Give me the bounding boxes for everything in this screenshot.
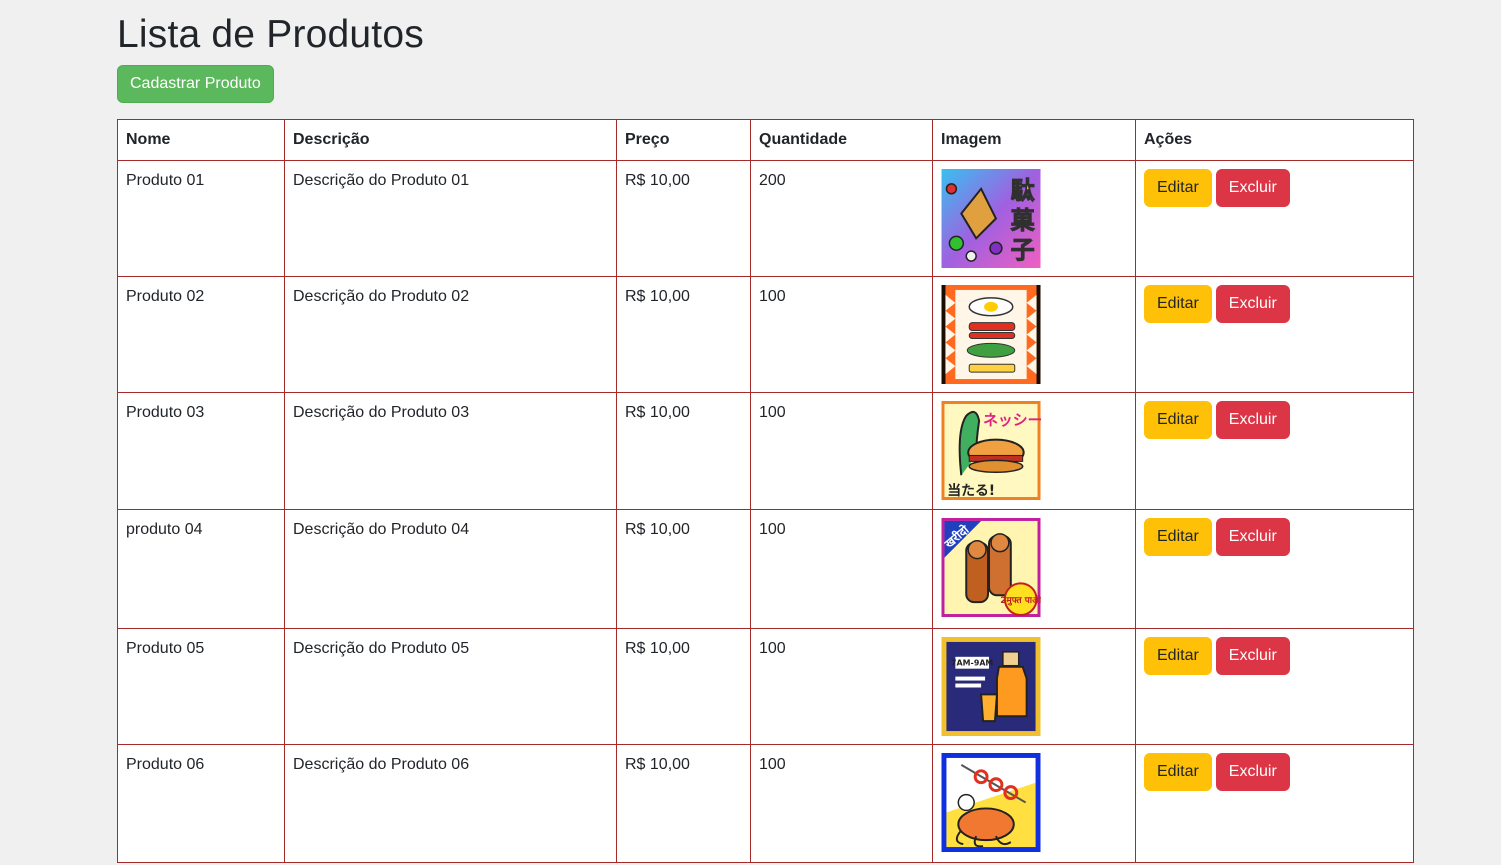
page-container: Lista de Produtos Cadastrar Produto Nome… — [117, 0, 1414, 863]
delete-button[interactable]: Excluir — [1215, 637, 1290, 675]
table-row: Produto 03 Descrição do Produto 03 R$ 10… — [117, 392, 1414, 510]
edit-button[interactable]: Editar — [1144, 753, 1212, 791]
table-row: Produto 02 Descrição do Produto 02 R$ 10… — [117, 276, 1414, 393]
column-header-name: Nome — [117, 119, 285, 161]
product-image-cell — [932, 276, 1136, 393]
product-description: Descrição do Produto 05 — [284, 628, 617, 745]
svg-text:子: 子 — [1011, 236, 1035, 264]
column-header-actions: Ações — [1135, 119, 1414, 161]
product-name: Produto 01 — [117, 160, 285, 277]
product-description: Descrição do Produto 04 — [284, 509, 617, 629]
table-header: Nome Descrição Preço Quantidade Imagem A… — [117, 119, 1414, 161]
product-actions: Editar Excluir — [1135, 392, 1414, 510]
product-quantity: 100 — [750, 628, 933, 745]
svg-text:7AM-9AM: 7AM-9AM — [951, 659, 993, 668]
delete-button[interactable]: Excluir — [1215, 518, 1290, 556]
product-name: Produto 06 — [117, 744, 285, 863]
svg-text:2मुफ्त पाओ: 2मुफ्त पाओ — [1000, 594, 1041, 606]
table-row: produto 04 Descrição do Produto 04 R$ 10… — [117, 509, 1414, 629]
delete-button[interactable]: Excluir — [1215, 285, 1290, 323]
octopus-icon — [941, 753, 1041, 852]
table-row: Produto 05 Descrição do Produto 05 R$ 10… — [117, 628, 1414, 745]
product-description: Descrição do Produto 01 — [284, 160, 617, 277]
product-image-cell — [932, 744, 1136, 863]
edit-button[interactable]: Editar — [1144, 169, 1212, 207]
product-actions: Editar Excluir — [1135, 509, 1414, 629]
product-actions: Editar Excluir — [1135, 744, 1414, 863]
product-price: R$ 10,00 — [616, 160, 751, 277]
product-price: R$ 10,00 — [616, 628, 751, 745]
product-image-cell: खरीदो 2मुफ्त पाओ — [932, 509, 1136, 629]
product-price: R$ 10,00 — [616, 744, 751, 863]
column-header-description: Descrição — [284, 119, 617, 161]
table-row: Produto 01 Descrição do Produto 01 R$ 10… — [117, 160, 1414, 277]
food-icon — [941, 285, 1041, 384]
product-description: Descrição do Produto 06 — [284, 744, 617, 863]
product-quantity: 100 — [750, 392, 933, 510]
svg-text:菓: 菓 — [1010, 206, 1035, 234]
product-description: Descrição do Produto 03 — [284, 392, 617, 510]
product-actions: Editar Excluir — [1135, 276, 1414, 393]
product-quantity: 100 — [750, 276, 933, 393]
product-price: R$ 10,00 — [616, 509, 751, 629]
product-actions: Editar Excluir — [1135, 160, 1414, 277]
column-header-image: Imagem — [932, 119, 1136, 161]
product-quantity: 100 — [750, 744, 933, 863]
delete-button[interactable]: Excluir — [1215, 753, 1290, 791]
product-description: Descrição do Produto 02 — [284, 276, 617, 393]
page-title: Lista de Produtos — [117, 13, 424, 56]
edit-button[interactable]: Editar — [1144, 285, 1212, 323]
product-quantity: 200 — [750, 160, 933, 277]
product-price: R$ 10,00 — [616, 392, 751, 510]
svg-text:当たる!: 当たる! — [947, 482, 995, 499]
product-name: produto 04 — [117, 509, 285, 629]
create-product-button[interactable]: Cadastrar Produto — [117, 65, 274, 103]
nessie-icon: ネッシー 当たる! — [941, 401, 1041, 500]
rolls-icon: खरीदो 2मुफ्त पाओ — [941, 518, 1041, 617]
product-actions: Editar Excluir — [1135, 628, 1414, 745]
svg-text:ネッシー: ネッシー — [983, 411, 1041, 429]
column-header-quantity: Quantidade — [750, 119, 933, 161]
products-table: Nome Descrição Preço Quantidade Imagem A… — [117, 119, 1414, 863]
product-name: Produto 05 — [117, 628, 285, 745]
edit-button[interactable]: Editar — [1144, 637, 1212, 675]
candy-icon: 駄 菓 子 — [941, 169, 1041, 268]
column-header-price: Preço — [616, 119, 751, 161]
product-image-cell: ネッシー 当たる! — [932, 392, 1136, 510]
table-row: Produto 06 Descrição do Produto 06 R$ 10… — [117, 744, 1414, 863]
product-name: Produto 03 — [117, 392, 285, 510]
drink-icon: 7AM-9AM — [941, 637, 1041, 736]
product-name: Produto 02 — [117, 276, 285, 393]
delete-button[interactable]: Excluir — [1215, 401, 1290, 439]
product-price: R$ 10,00 — [616, 276, 751, 393]
product-quantity: 100 — [750, 509, 933, 629]
edit-button[interactable]: Editar — [1144, 401, 1212, 439]
edit-button[interactable]: Editar — [1144, 518, 1212, 556]
product-image-cell: 7AM-9AM — [932, 628, 1136, 745]
product-image-cell: 駄 菓 子 — [932, 160, 1136, 277]
svg-text:駄: 駄 — [1011, 177, 1035, 205]
delete-button[interactable]: Excluir — [1215, 169, 1290, 207]
